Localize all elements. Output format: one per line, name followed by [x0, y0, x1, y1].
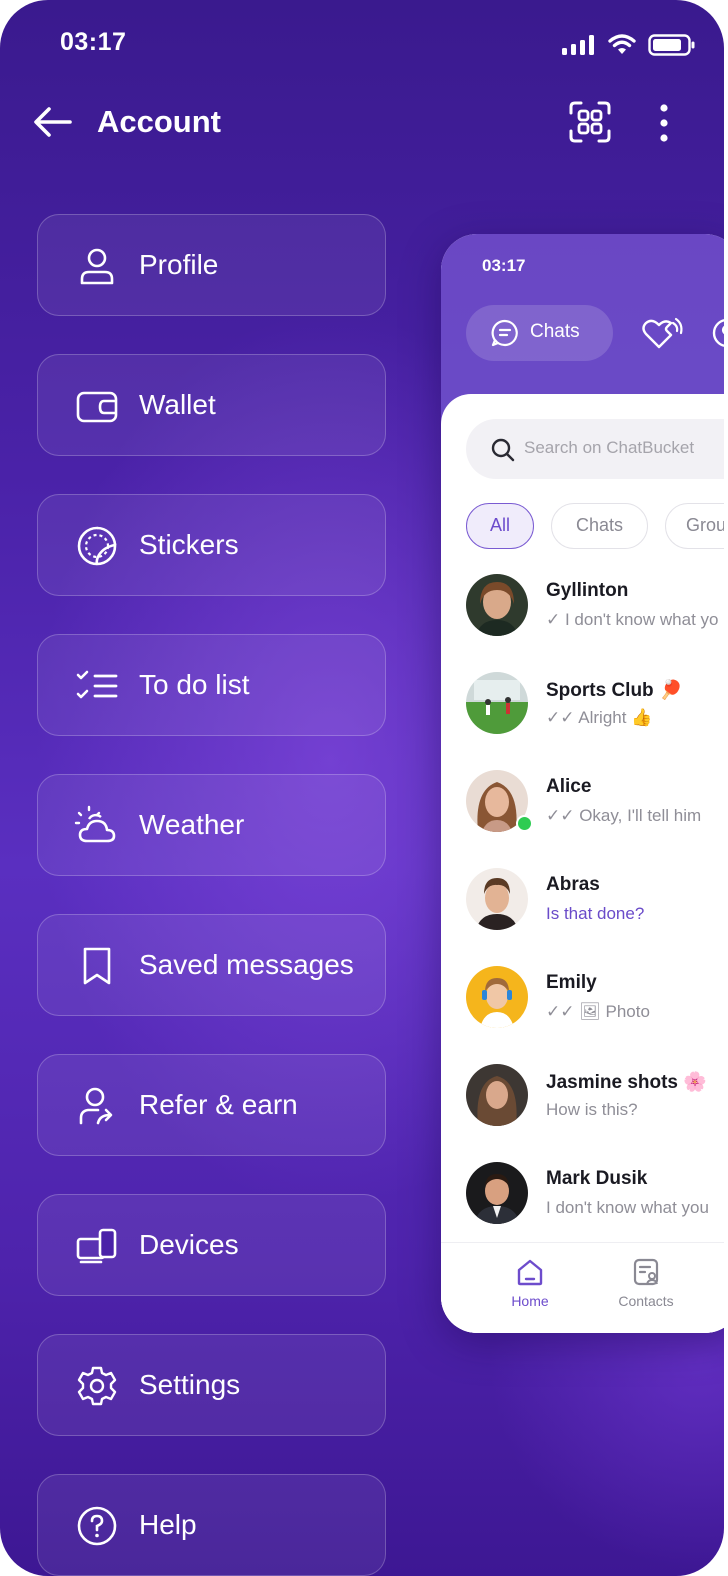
menu-item-label: Weather: [139, 809, 245, 840]
search-bar[interactable]: Search on ChatBucket: [466, 419, 724, 479]
signal-icon: [562, 35, 594, 55]
menu-item-label: Settings: [139, 1369, 241, 1400]
status-time: 03:17: [60, 28, 127, 56]
chat-row[interactable]: Mark Dusik I don't know what you: [441, 1162, 724, 1242]
chat-row[interactable]: Jasmine shots 🌸 How is this?: [441, 1064, 724, 1144]
chat-name: Gyllinton: [546, 580, 629, 601]
chat-name: Alice: [546, 776, 592, 797]
menu-item-label: Stickers: [139, 529, 239, 560]
filter-all[interactable]: All: [466, 503, 534, 549]
home-icon: [517, 1259, 543, 1286]
chat-preview-message: Is that done?: [546, 904, 645, 923]
avatar: [466, 868, 528, 930]
menu-item-refer-earn[interactable]: Refer & earn: [37, 1054, 386, 1156]
avatar: [466, 574, 528, 636]
app-header: Account: [0, 90, 724, 160]
chat-bubble-icon: [491, 319, 518, 347]
contacts-icon: [633, 1258, 659, 1286]
menu-item-label: To do list: [139, 669, 250, 700]
chat-row[interactable]: Alice ✓✓ Okay, I'll tell him: [441, 770, 724, 850]
more-options-icon[interactable]: [650, 102, 678, 144]
chat-row[interactable]: Emily ✓✓ 🖼 Photo: [441, 966, 724, 1046]
menu-item-weather[interactable]: Weather: [37, 774, 386, 876]
sticker-icon: [77, 526, 117, 566]
menu-item-help[interactable]: Help: [37, 1474, 386, 1576]
menu-item-wallet[interactable]: Wallet: [37, 354, 386, 456]
menu-item-devices[interactable]: Devices: [37, 1194, 386, 1296]
avatar: [466, 966, 528, 1028]
status-icons: [562, 34, 696, 56]
menu-item-label: Refer & earn: [139, 1089, 298, 1120]
nav-home-label: Home: [511, 1293, 549, 1309]
weather-icon: [74, 805, 116, 843]
menu-item-settings[interactable]: Settings: [37, 1334, 386, 1436]
chat-name: Sports Club 🏓: [546, 680, 683, 701]
tab-chats-label: Chats: [530, 321, 580, 342]
chat-preview-message: ✓✓ Alright 👍: [546, 708, 653, 727]
chat-preview-card[interactable]: 03:17 Chats Search on ChatBucket All Cha…: [441, 234, 724, 1333]
chat-row[interactable]: Sports Club 🏓 ✓✓ Alright 👍: [441, 672, 724, 752]
battery-icon: [648, 34, 695, 56]
wifi-icon: [608, 34, 636, 54]
avatar: [466, 1064, 528, 1126]
menu-item-label: Devices: [139, 1229, 239, 1260]
chat-preview-message: ✓✓ 🖼 Photo: [546, 1002, 650, 1021]
menu-item-label: Wallet: [139, 389, 216, 420]
back-arrow-icon[interactable]: [32, 104, 74, 140]
chat-row[interactable]: Abras Is that done?: [441, 868, 724, 948]
chat-preview-message: I don't know what you: [546, 1198, 709, 1217]
chat-row[interactable]: Gyllinton ✓ I don't know what yo: [441, 574, 724, 654]
chat-name: Abras: [546, 874, 600, 895]
chat-preview-message: ✓ I don't know what yo: [546, 610, 719, 629]
search-icon: [491, 438, 515, 462]
wallet-icon: [76, 391, 118, 423]
bookmark-icon: [83, 947, 111, 985]
gear-icon: [77, 1366, 117, 1406]
refer-icon: [79, 1087, 113, 1125]
online-indicator: [516, 815, 533, 832]
user-icon: [80, 248, 114, 285]
chat-name: Jasmine shots 🌸: [546, 1072, 707, 1093]
filter-chats[interactable]: Chats: [551, 503, 648, 549]
menu-item-profile[interactable]: Profile: [37, 214, 386, 316]
nav-contacts[interactable]: Contacts: [601, 1257, 691, 1309]
filter-groups[interactable]: Grou: [665, 503, 724, 549]
status-bar: 03:17: [0, 0, 724, 90]
avatar: [466, 1162, 528, 1224]
nav-home[interactable]: Home: [485, 1257, 575, 1309]
chat-name: Emily: [546, 972, 597, 993]
bottom-nav: Home Contacts: [441, 1242, 724, 1333]
menu-item-label: Profile: [139, 249, 219, 280]
menu-item-label: Help: [139, 1509, 197, 1540]
menu-item-stickers[interactable]: Stickers: [37, 494, 386, 596]
devices-icon: [76, 1228, 117, 1264]
tab-chats[interactable]: Chats: [466, 305, 613, 361]
checklist-icon: [76, 670, 118, 699]
status-icon[interactable]: [711, 317, 724, 349]
help-icon: [77, 1506, 117, 1546]
preview-body: Search on ChatBucket All Chats Grou Gyll…: [441, 394, 724, 1333]
chat-preview-message: How is this?: [546, 1100, 638, 1119]
preview-time: 03:17: [482, 256, 526, 275]
menu-item-label: Saved messages: [139, 949, 354, 980]
menu-item-todo[interactable]: To do list: [37, 634, 386, 736]
search-placeholder: Search on ChatBucket: [524, 438, 695, 457]
page-title: Account: [97, 104, 221, 139]
account-screen: 03:17 Account Profile Wallet Stickers To…: [0, 0, 724, 1576]
avatar: [466, 672, 528, 734]
nav-contacts-label: Contacts: [618, 1293, 674, 1309]
chat-preview-message: ✓✓ Okay, I'll tell him: [546, 806, 702, 825]
menu-item-saved-messages[interactable]: Saved messages: [37, 914, 386, 1016]
dating-heart-icon[interactable]: [641, 315, 685, 351]
qr-scan-icon[interactable]: [568, 100, 612, 144]
chat-name: Mark Dusik: [546, 1168, 648, 1189]
